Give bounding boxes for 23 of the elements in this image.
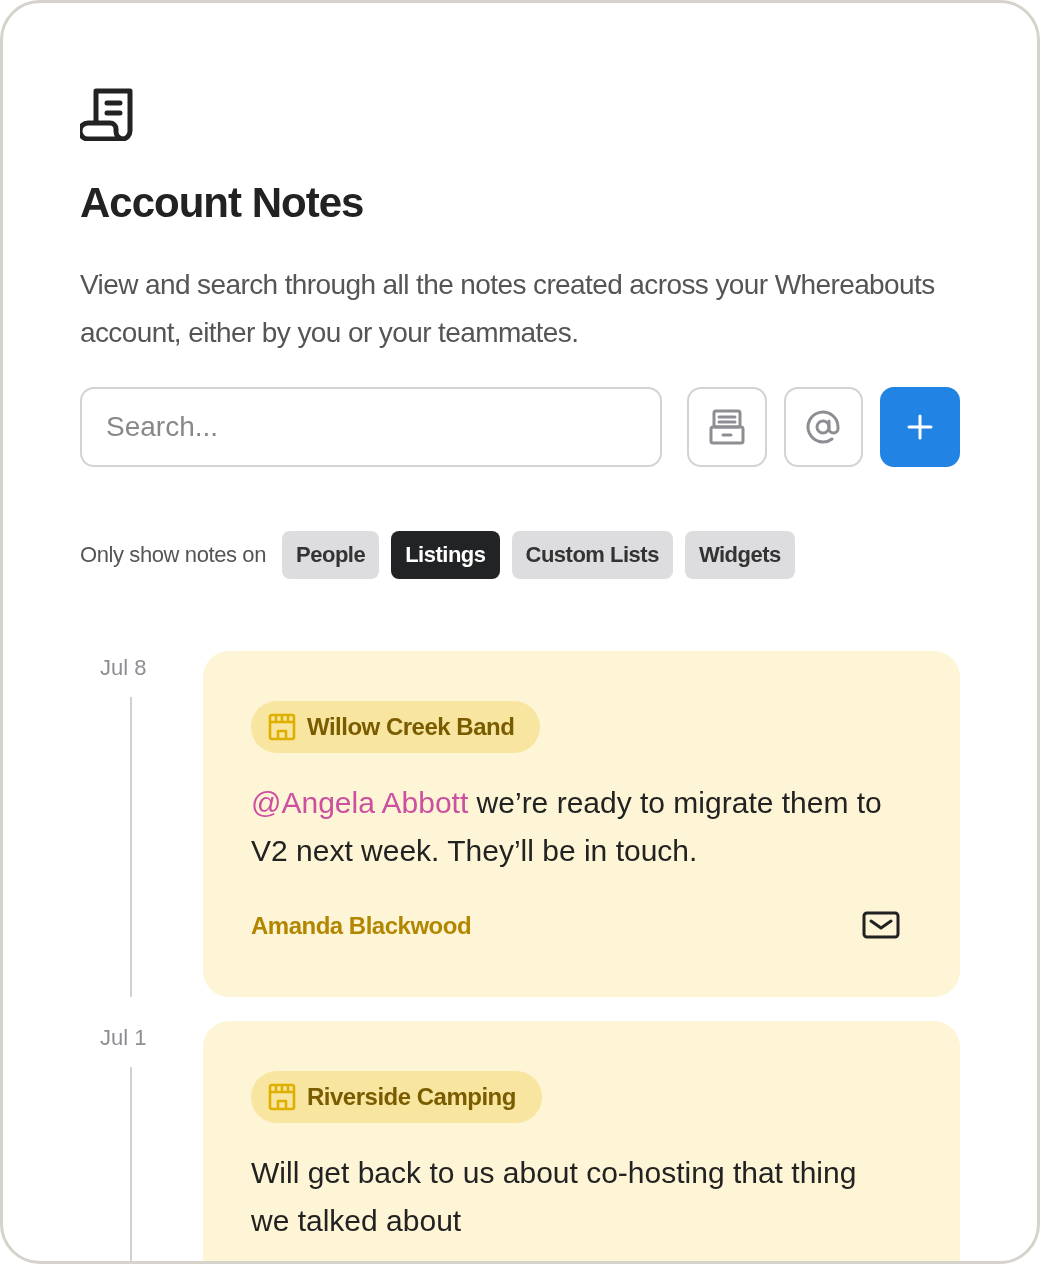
add-note-button[interactable] <box>880 387 960 467</box>
plus-icon <box>906 413 935 441</box>
note-date: Jul 8 <box>99 655 148 681</box>
filter-chip[interactable]: Custom Lists <box>511 531 673 579</box>
archive-button[interactable] <box>686 387 767 467</box>
storefront-icon <box>267 712 297 742</box>
note-date: Jul 1 <box>99 1025 148 1051</box>
note-text: Will get back to us about co-hosting that thing we talked about <box>251 1155 858 1239</box>
listing-tag[interactable]: Willow Creek Band <box>251 701 541 753</box>
listing-tag[interactable]: Riverside Camping <box>251 1071 542 1123</box>
search-field[interactable]: Search... <box>80 387 662 467</box>
page-description: View and search through all the notes created across your Whereabouts account, either by you or your teammates. <box>80 268 936 350</box>
note-text: @Angela Abbott we’re ready to migrate them to V2 next week. They’ll be in touch. <box>251 785 883 869</box>
mentions-button[interactable] <box>783 387 864 467</box>
at-sign-icon <box>805 409 842 445</box>
mention-link[interactable]: @Angela Abbott <box>251 786 469 819</box>
filter-chip[interactable]: Widgets <box>684 531 795 579</box>
storefront-icon <box>267 1082 297 1112</box>
filter-chip[interactable]: Listings <box>391 531 500 579</box>
filter-label: Only show notes on <box>80 542 267 568</box>
page-title: Account Notes <box>80 179 365 227</box>
envelope-icon[interactable] <box>862 911 900 941</box>
filter-chip[interactable]: People <box>282 531 380 579</box>
